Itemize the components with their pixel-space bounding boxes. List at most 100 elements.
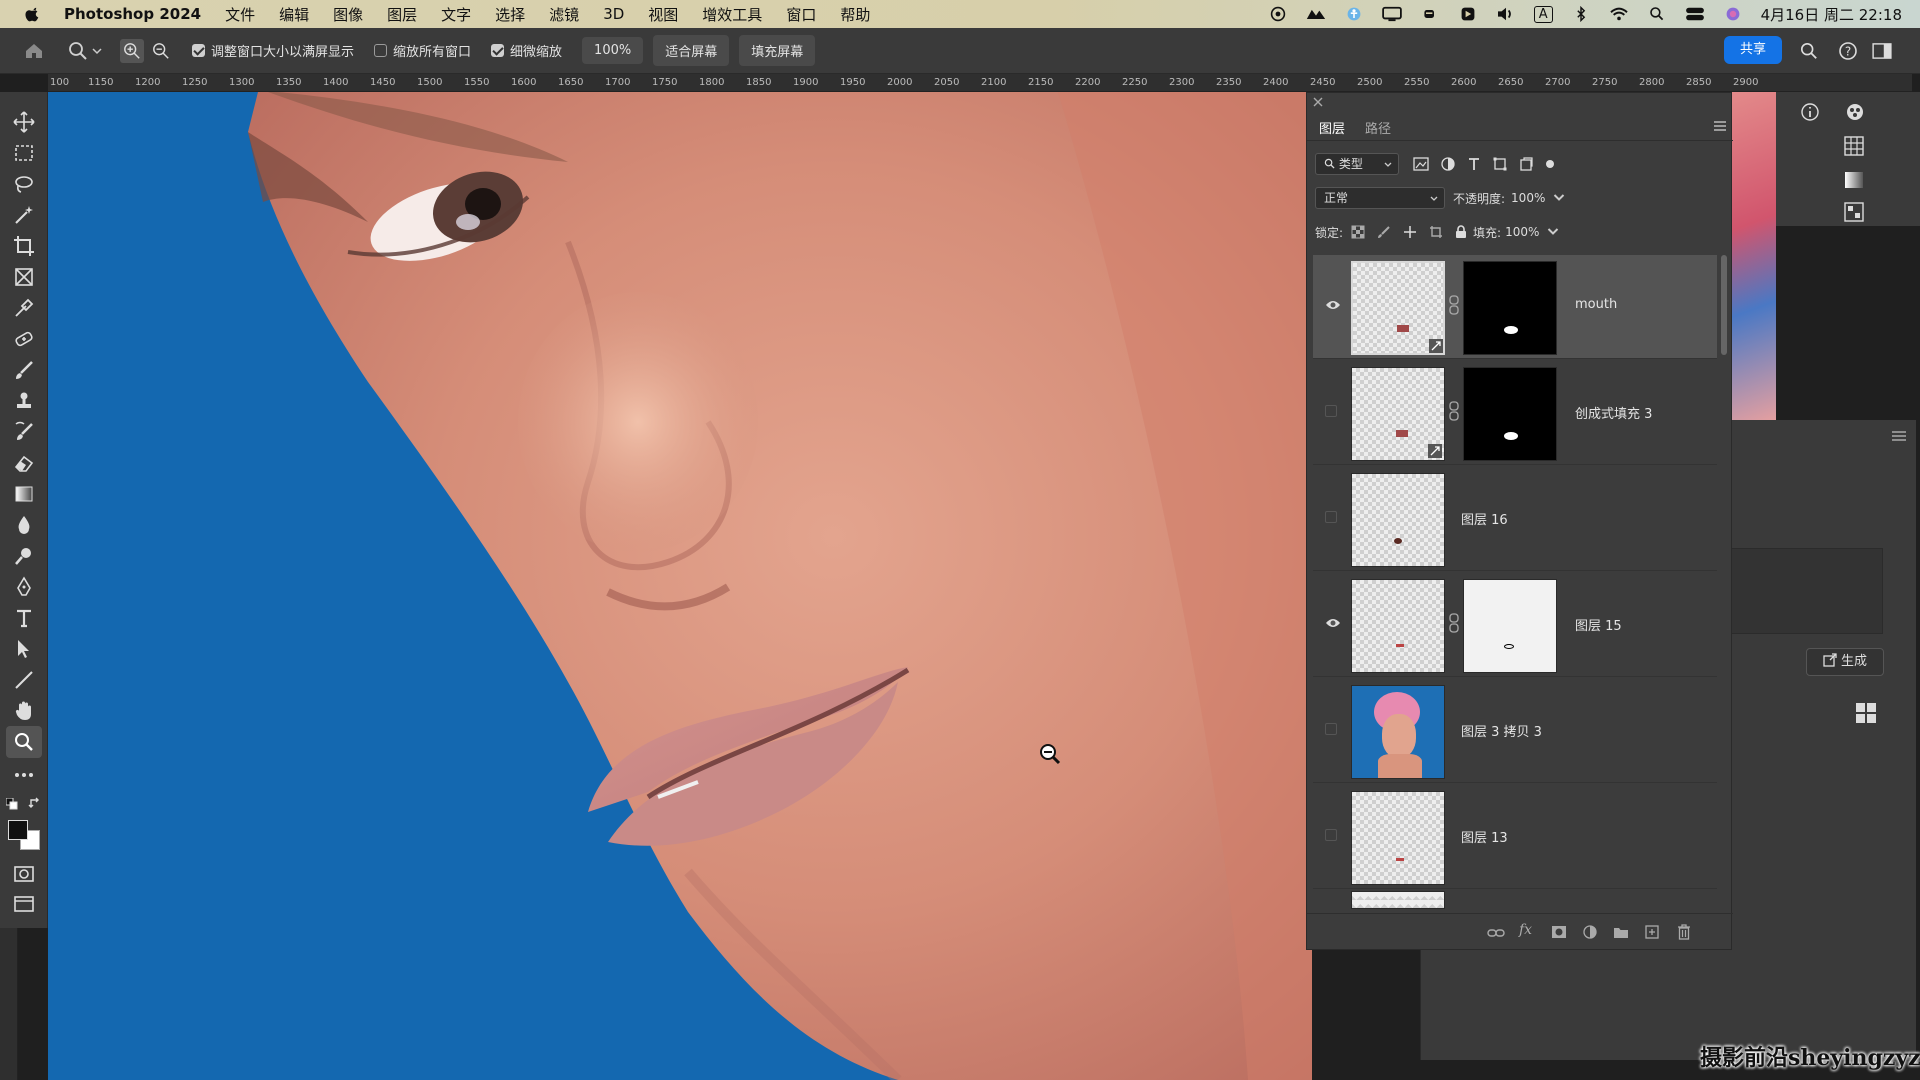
- display-icon[interactable]: [1381, 6, 1402, 22]
- coffee-icon[interactable]: [1420, 6, 1440, 22]
- menu-image[interactable]: 图像: [333, 4, 363, 25]
- help-icon[interactable]: ?: [1838, 41, 1858, 61]
- layer-row[interactable]: 图层 16: [1313, 467, 1717, 571]
- panel-menu-icon[interactable]: [1713, 121, 1727, 131]
- horizontal-ruler[interactable]: 100 1150 1200 1250 1300 1350 1400 1450 1…: [48, 74, 1912, 92]
- resize-windows-checkbox[interactable]: 调整窗口大小以满屏显示: [192, 41, 354, 60]
- visibility-toggle-off[interactable]: [1325, 723, 1337, 735]
- visibility-toggle-off[interactable]: [1325, 511, 1337, 523]
- visibility-toggle-off[interactable]: [1325, 405, 1337, 417]
- layer-thumbnail[interactable]: [1351, 791, 1445, 885]
- quick-mask-icon[interactable]: [12, 862, 36, 886]
- search-icon[interactable]: [1800, 42, 1818, 60]
- screen-mode-icon[interactable]: [12, 892, 36, 916]
- wifi-icon[interactable]: [1609, 6, 1629, 22]
- fit-screen-button[interactable]: 适合屏幕: [653, 35, 730, 66]
- layer-name[interactable]: 创成式填充 3: [1575, 403, 1652, 422]
- type-layer-filter-icon[interactable]: [1467, 157, 1481, 171]
- layer-thumbnail[interactable]: [1351, 473, 1445, 567]
- menu-3d[interactable]: 3D: [603, 5, 624, 23]
- mask-link-icon[interactable]: [1449, 613, 1459, 633]
- layer-thumbnail[interactable]: [1351, 685, 1445, 779]
- lock-all-icon[interactable]: [1455, 225, 1467, 239]
- eraser-tool-icon[interactable]: [12, 451, 36, 475]
- chevron-down-icon[interactable]: [1547, 226, 1559, 238]
- layer-mask-thumbnail[interactable]: [1463, 367, 1557, 461]
- share-button[interactable]: 共享: [1724, 36, 1782, 64]
- swap-colors-icon[interactable]: [28, 796, 42, 810]
- spotlight-search-icon[interactable]: [1647, 6, 1667, 22]
- patterns-icon[interactable]: [1844, 202, 1864, 222]
- mask-link-icon[interactable]: [1449, 295, 1459, 315]
- move-tool-icon[interactable]: [12, 110, 36, 134]
- swatches-icon[interactable]: [1844, 136, 1864, 156]
- menu-plugins[interactable]: 增效工具: [702, 4, 762, 25]
- mask-link-icon[interactable]: [1449, 401, 1459, 421]
- lasso-tool-icon[interactable]: [12, 172, 36, 196]
- zoom-tool-preset-icon[interactable]: [68, 41, 88, 61]
- type-tool-icon[interactable]: [12, 606, 36, 630]
- siri-icon[interactable]: [1723, 6, 1743, 22]
- layer-row[interactable]: 图层 15: [1313, 573, 1717, 677]
- new-group-icon[interactable]: [1613, 925, 1629, 939]
- menu-help[interactable]: 帮助: [840, 4, 870, 25]
- menu-view[interactable]: 视图: [648, 4, 678, 25]
- filter-type-dropdown[interactable]: 类型: [1315, 153, 1399, 175]
- layer-row[interactable]: mouth: [1313, 255, 1717, 359]
- pen-tool-icon[interactable]: [12, 575, 36, 599]
- fill-screen-button[interactable]: 填充屏幕: [739, 35, 816, 66]
- layer-name[interactable]: 图层 13: [1461, 827, 1508, 846]
- accessibility-icon[interactable]: [1344, 6, 1364, 22]
- line-tool-icon[interactable]: [12, 668, 36, 692]
- magic-wand-tool-icon[interactable]: [12, 203, 36, 227]
- document-canvas[interactable]: [48, 92, 1312, 1080]
- menu-edit[interactable]: 编辑: [279, 4, 309, 25]
- menu-file[interactable]: 文件: [225, 4, 255, 25]
- control-center-icon[interactable]: [1685, 6, 1705, 22]
- zoom-out-icon[interactable]: [152, 42, 170, 60]
- hand-tool-icon[interactable]: [12, 699, 36, 723]
- grid-view-icon[interactable]: [1855, 702, 1877, 724]
- link-layers-icon[interactable]: [1487, 926, 1505, 940]
- brush-tool-icon[interactable]: [12, 358, 36, 382]
- add-mask-icon[interactable]: [1551, 925, 1567, 939]
- stamp-tool-icon[interactable]: [12, 389, 36, 413]
- visibility-toggle-off[interactable]: [1325, 829, 1337, 841]
- menu-select[interactable]: 选择: [495, 4, 525, 25]
- volume-icon[interactable]: [1496, 6, 1516, 22]
- lock-transparent-pixels-icon[interactable]: [1351, 225, 1365, 239]
- path-selection-tool-icon[interactable]: [12, 637, 36, 661]
- fx-icon[interactable]: fx: [1519, 922, 1532, 938]
- layer-mask-thumbnail[interactable]: [1463, 579, 1557, 673]
- pixel-layer-filter-icon[interactable]: [1413, 157, 1429, 171]
- marquee-tool-icon[interactable]: [12, 141, 36, 165]
- zoom-in-mode-button[interactable]: [120, 38, 144, 63]
- chevron-down-icon[interactable]: [1553, 192, 1565, 204]
- layer-mask-thumbnail[interactable]: [1463, 261, 1557, 355]
- layer-row[interactable]: 图层 13: [1313, 785, 1717, 889]
- next-layer-thumbnail-partial[interactable]: [1351, 891, 1445, 909]
- layer-name[interactable]: mouth: [1575, 297, 1617, 312]
- foreground-color-swatch[interactable]: [8, 820, 28, 840]
- layers-scrollbar-thumb[interactable]: [1721, 255, 1727, 355]
- filter-toggle-icon[interactable]: [1545, 159, 1555, 169]
- lock-artboard-icon[interactable]: [1429, 225, 1443, 239]
- smart-object-filter-icon[interactable]: [1519, 157, 1533, 171]
- zoom-tool-button[interactable]: [6, 726, 42, 758]
- color-wheel-icon[interactable]: [1844, 102, 1866, 122]
- blend-mode-dropdown[interactable]: 正常: [1315, 187, 1445, 209]
- bluetooth-icon[interactable]: [1571, 6, 1591, 22]
- zoom-all-windows-checkbox[interactable]: 缩放所有窗口: [374, 41, 471, 60]
- gradients-icon[interactable]: [1844, 170, 1864, 190]
- history-brush-tool-icon[interactable]: [12, 420, 36, 444]
- panel-menu-icon[interactable]: [1891, 430, 1907, 442]
- menu-filter[interactable]: 滤镜: [549, 4, 579, 25]
- eyedropper-tool-icon[interactable]: [12, 296, 36, 320]
- fill-value[interactable]: 100%: [1505, 225, 1539, 239]
- opacity-value[interactable]: 100%: [1511, 191, 1545, 205]
- media-app-icon[interactable]: [1458, 6, 1478, 22]
- layer-name[interactable]: 图层 15: [1575, 615, 1622, 634]
- visibility-eye-icon[interactable]: [1325, 617, 1341, 629]
- frame-tool-icon[interactable]: [12, 265, 36, 289]
- gradient-tool-icon[interactable]: [12, 482, 36, 506]
